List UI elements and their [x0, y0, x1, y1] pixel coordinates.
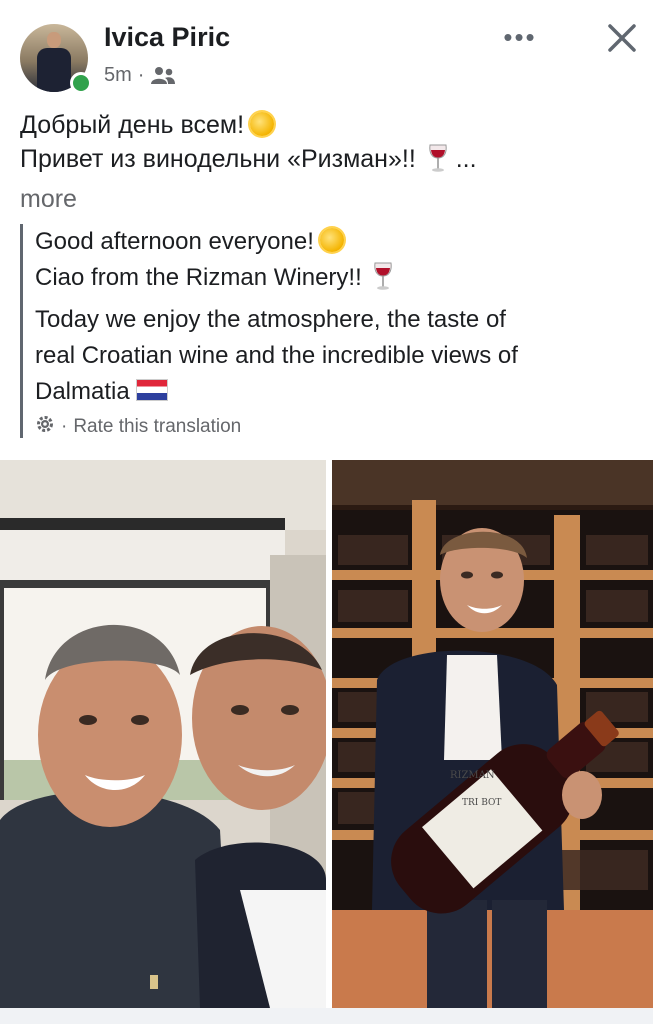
- sun-emoji-icon: [319, 228, 344, 252]
- wine-glass-emoji-icon: [427, 143, 449, 182]
- rate-separator: ·: [61, 416, 68, 437]
- selfie-photo[interactable]: [0, 460, 326, 1008]
- see-more-link[interactable]: more: [20, 182, 640, 216]
- translation-line-1: Good afternoon everyone!: [35, 228, 314, 255]
- meta-separator: ·: [137, 64, 145, 86]
- wine-glass-emoji-icon: [372, 261, 394, 302]
- croatia-flag-icon: [135, 379, 168, 401]
- translation-line-5: Dalmatia: [35, 378, 130, 405]
- rate-translation-row[interactable]: · Rate this translation: [35, 414, 653, 440]
- translation-line-2: Ciao from the Rizman Winery!!: [35, 264, 362, 291]
- post-header: Ivica Piric 5m · •••: [0, 0, 653, 100]
- wine-cellar-photo[interactable]: RIZMAN TRI BOT: [332, 460, 653, 1008]
- translation-block: Good afternoon everyone! Ciao from the R…: [20, 224, 653, 438]
- author-avatar[interactable]: [20, 24, 92, 94]
- more-options-button[interactable]: •••: [500, 22, 540, 52]
- translation-line-4: real Croatian wine and the incredible vi…: [35, 342, 518, 369]
- caption-ellipsis: ...: [455, 145, 477, 173]
- caption-line-2: Привет из винодельни «Ризман»!!: [20, 145, 416, 173]
- bottle-brand-label: RIZMAN: [450, 770, 495, 781]
- close-icon[interactable]: [600, 16, 644, 60]
- online-status-dot: [70, 72, 92, 94]
- post-meta: 5m ·: [104, 64, 176, 87]
- sun-emoji-icon: [250, 112, 275, 136]
- caption-line-1: Добрый день всем!: [20, 111, 245, 139]
- post-caption: Добрый день всем! Привет из винодельни «…: [20, 108, 640, 216]
- friends-audience-icon[interactable]: [150, 66, 176, 86]
- gear-icon[interactable]: [35, 414, 55, 440]
- author-name[interactable]: Ivica Piric: [104, 22, 230, 53]
- post-time[interactable]: 5m: [104, 64, 132, 87]
- bottle-wine-label: TRI BOT: [462, 798, 501, 808]
- translation-line-3: Today we enjoy the atmosphere, the taste…: [35, 306, 506, 333]
- rate-translation-link[interactable]: Rate this translation: [73, 416, 241, 438]
- bottom-divider: [0, 1008, 653, 1024]
